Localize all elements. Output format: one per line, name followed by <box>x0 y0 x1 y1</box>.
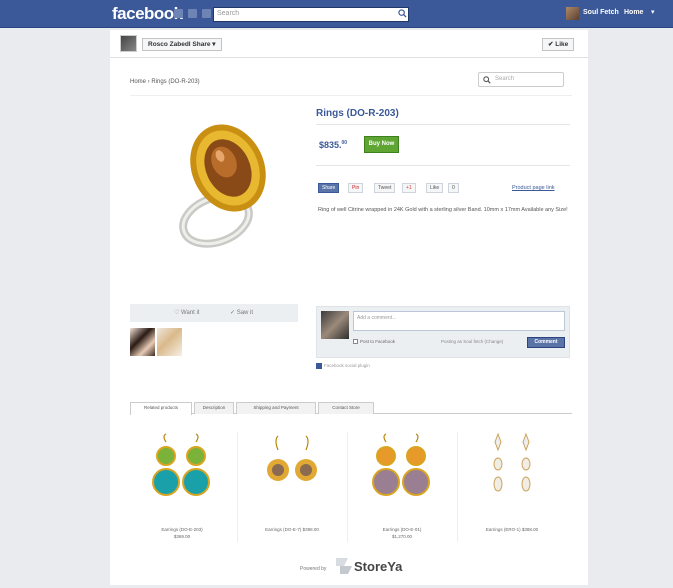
related-product-price: $398.00 <box>302 527 319 532</box>
messages-icon[interactable] <box>188 9 197 18</box>
product-tabs: Related products Description Shipping an… <box>130 400 572 415</box>
post-to-facebook-checkbox[interactable]: Post to Facebook <box>353 339 396 345</box>
related-product-name: Earrings (DO-E-203) <box>161 527 203 532</box>
facebook-comments-box: Add a comment... Post to Facebook Postin… <box>316 306 570 358</box>
post-to-facebook-label: Post to Facebook <box>360 339 396 344</box>
page-header: Rosco Zabedl Share ▾ ✔ Like <box>110 30 588 58</box>
image-actions-bar: ♡ Want it ✓ Saw it <box>130 304 298 322</box>
facebook-top-bar: facebook Search Soul Fetch Home ▾ <box>0 0 673 28</box>
tweet-button[interactable]: Tweet <box>374 183 396 193</box>
page-container: Rosco Zabedl Share ▾ ✔ Like Home › Rings… <box>110 30 588 585</box>
related-product-price: $369.00 <box>173 534 191 539</box>
google-plus-one-button[interactable]: +1 <box>402 183 416 193</box>
search-icon[interactable] <box>398 9 407 18</box>
friend-avatar[interactable] <box>157 328 182 356</box>
home-link[interactable]: Home <box>624 9 643 16</box>
tab-related-products[interactable]: Related products <box>130 402 192 415</box>
product-description: Ring of well Citrine wrapped in 24K Gold… <box>318 207 568 213</box>
pinterest-pin-button[interactable]: Pin <box>348 183 364 193</box>
product-price: $835.00 <box>319 140 347 150</box>
facebook-like-button[interactable]: Like <box>426 183 444 193</box>
related-product-card[interactable]: Earrings (ERO-1) $388.00 <box>462 426 562 546</box>
divider <box>316 165 570 166</box>
social-plugin-label: Facebook social plugin <box>324 363 370 369</box>
commenter-avatar <box>321 311 349 339</box>
facebook-search-input[interactable]: Search <box>213 7 409 22</box>
product-page-link[interactable]: Product page link <box>512 185 555 191</box>
product-title: Rings (DO-R-203) <box>316 108 399 119</box>
comment-input[interactable]: Add a comment... <box>353 311 565 331</box>
related-product-card[interactable]: Earrings (DO-E-203) $369.00 <box>132 426 232 546</box>
related-product-name: Earrings (ERO-1) <box>485 527 521 532</box>
related-product-name: Earrings (DO-E-01) <box>382 527 422 532</box>
user-avatar[interactable] <box>566 7 579 20</box>
like-page-button[interactable]: ✔ Like <box>542 38 575 51</box>
product-image-earrings[interactable] <box>372 432 432 507</box>
notification-icons <box>174 9 211 18</box>
powered-by-label: Powered by <box>300 566 327 572</box>
related-product-card[interactable]: Earrings (DO-E-01) $1,270.00 <box>352 426 452 546</box>
facebook-icon <box>316 363 322 369</box>
social-plugin-note: Facebook social plugin <box>316 363 370 369</box>
related-product-caption[interactable]: Earrings (DO-E-203) $369.00 <box>132 526 232 540</box>
tab-contact-store[interactable]: Contact Store <box>318 402 374 414</box>
related-product-caption[interactable]: Earrings (DO-E-01) $1,270.00 <box>352 526 452 540</box>
store-search-input[interactable]: Search <box>478 72 564 87</box>
related-product-name: Earrings (DO-E-7) <box>265 527 302 532</box>
facebook-logo[interactable]: facebook <box>112 4 183 24</box>
storeya-logo[interactable]: StoreYa <box>334 554 408 578</box>
page-name-label: Rosco Zabedl Share <box>148 41 211 48</box>
account-menu-caret-icon[interactable]: ▾ <box>651 8 655 16</box>
divider <box>316 124 570 125</box>
tab-description[interactable]: Description <box>194 402 234 414</box>
want-it-button[interactable]: ♡ Want it <box>174 309 200 316</box>
tab-shipping-and-payment[interactable]: Shipping and Payment <box>236 402 316 414</box>
product-image-earrings[interactable] <box>152 432 212 507</box>
want-it-label: Want it <box>181 310 200 316</box>
product-image-earrings[interactable] <box>262 432 322 507</box>
friend-avatar[interactable] <box>130 328 155 356</box>
product-image-earrings[interactable] <box>482 432 542 507</box>
facebook-share-button[interactable]: Share <box>318 183 340 193</box>
related-product-caption[interactable]: Earrings (DO-E-7) $398.00 <box>242 526 342 533</box>
divider <box>347 432 348 542</box>
notifications-icon[interactable] <box>202 9 211 18</box>
storeya-store: Home › Rings (DO-R-203) Search ♡ Want it… <box>130 70 572 580</box>
buy-now-button[interactable]: Buy Now <box>364 136 399 153</box>
friend-requests-icon[interactable] <box>174 9 183 18</box>
related-product-price: $388.00 <box>521 527 539 532</box>
price-main: $835. <box>319 140 342 150</box>
page-thumbnail[interactable] <box>120 35 137 52</box>
related-product-price: $1,270.00 <box>391 534 413 539</box>
checkbox-icon[interactable] <box>353 339 358 345</box>
saw-it-label: Saw it <box>236 310 254 316</box>
related-product-caption[interactable]: Earrings (ERO-1) $388.00 <box>462 526 562 533</box>
comment-button[interactable]: Comment <box>527 337 565 348</box>
divider <box>457 432 458 542</box>
price-cents: 00 <box>341 140 348 146</box>
page-name-button[interactable]: Rosco Zabedl Share ▾ <box>142 38 222 51</box>
divider <box>237 432 238 542</box>
product-image-ring[interactable] <box>154 110 294 260</box>
like-label: Like <box>555 41 569 48</box>
saw-it-button[interactable]: ✓ Saw it <box>230 309 253 316</box>
breadcrumb[interactable]: Home › Rings (DO-R-203) <box>130 79 200 85</box>
like-count-badge: 0 <box>448 183 459 193</box>
storeya-wordmark: StoreYa <box>354 559 403 574</box>
related-product-card[interactable]: Earrings (DO-E-7) $398.00 <box>242 426 342 546</box>
divider <box>130 95 572 96</box>
user-name-link[interactable]: Soul Fetch <box>583 9 619 16</box>
posting-as-text[interactable]: Posting as Soul fetch (Change) <box>441 339 503 344</box>
